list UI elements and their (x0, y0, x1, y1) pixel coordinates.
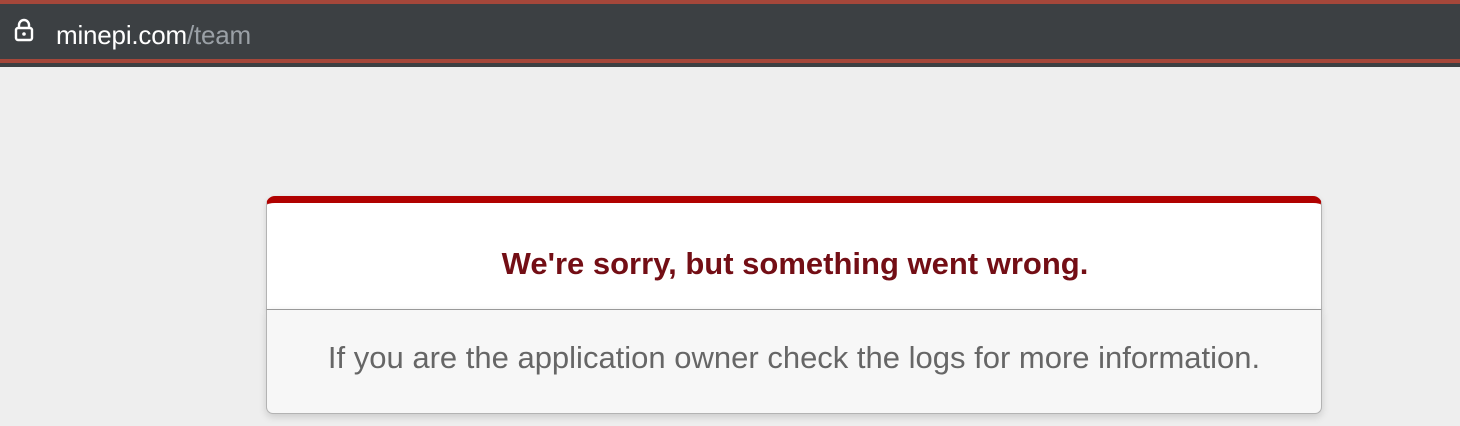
url-domain: minepi.com (56, 20, 187, 50)
url-text[interactable]: minepi.com/team (56, 18, 251, 52)
url-path: /team (186, 20, 251, 50)
error-message: If you are the application owner check t… (327, 340, 1261, 375)
lock-icon[interactable] (14, 18, 34, 42)
error-title: We're sorry, but something went wrong. (501, 246, 1089, 281)
error-dialog: We're sorry, but something went wrong. I… (266, 196, 1322, 414)
address-bar[interactable]: minepi.com/team (0, 0, 1460, 67)
error-dialog-body: If you are the application owner check t… (266, 309, 1322, 414)
error-dialog-header: We're sorry, but something went wrong. (266, 196, 1322, 310)
address-bar-stripe (0, 59, 1460, 63)
